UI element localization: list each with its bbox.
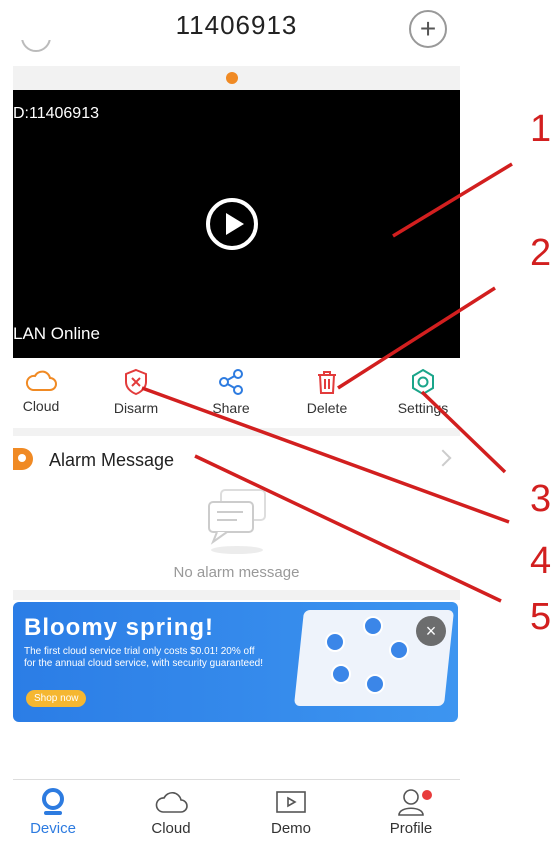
promo-banner[interactable]: Bloomy spring! The first cloud service t… [13,602,458,722]
connection-status: LAN Online [13,324,100,343]
cloud-orb-icon [389,640,409,660]
empty-chat-icon [208,489,266,554]
tab-device[interactable]: Device [13,788,93,837]
share-label: Share [212,400,250,416]
tab-profile-label: Profile [389,820,433,837]
add-device-button[interactable]: + [409,10,447,48]
annotation-number-4: 4 [530,540,552,582]
device-action-bar: Cloud Disarm Share Delete Settings [13,358,460,428]
cloud-orb-icon [325,632,345,652]
device-title: 11406913 [175,10,298,40]
alarm-message-row[interactable]: Alarm Message [49,450,174,471]
device-icon [42,788,64,815]
notification-badge [422,790,432,800]
cloud-icon [25,370,57,391]
cloud-action-button[interactable]: Cloud [6,368,76,414]
delete-label: Delete [306,400,348,416]
annotation-number-1: 1 [530,108,552,150]
delete-button[interactable]: Delete [292,368,362,416]
alarm-bell-icon [13,448,33,470]
top-header: 11406913 + [13,0,460,66]
annotation-number-5: 5 [530,596,552,638]
tab-profile[interactable]: Profile [371,788,451,837]
settings-button[interactable]: Settings [388,368,458,416]
banner-headline: Bloomy spring! [24,614,215,641]
disarm-button[interactable]: Disarm [101,368,171,416]
page-dot [226,72,238,84]
cloud-orb-icon [331,664,351,684]
close-banner-button[interactable]: × [416,616,446,646]
cloud-icon [155,792,188,813]
cloud-orb-icon [365,674,385,694]
camera-id-label: D:11406913 [13,105,99,122]
chevron-right-icon[interactable] [434,449,452,467]
shield-x-icon [125,368,147,396]
tab-cloud[interactable]: Cloud [131,788,211,837]
annotation-number-3: 3 [530,478,552,520]
gear-icon [412,368,434,396]
shop-now-button[interactable]: Shop now [26,690,87,707]
tab-device-label: Device [30,820,76,837]
cloud-action-label: Cloud [22,398,60,414]
tab-demo[interactable]: Demo [251,788,331,837]
phone-screen: 11406913 + D:11406913 LAN Online Cloud D… [13,0,460,842]
page-indicator [13,66,460,90]
share-icon [219,369,243,395]
video-preview[interactable]: D:11406913 LAN Online [13,90,460,358]
cloud-orb-icon [363,616,383,636]
disarm-label: Disarm [113,400,159,416]
play-box-icon [276,791,306,813]
share-button[interactable]: Share [196,368,266,416]
alarm-message-section: Alarm Message No alarm message [13,436,460,590]
settings-label: Settings [397,400,449,416]
divider [13,428,460,436]
annotation-number-2: 2 [530,232,552,274]
no-alarm-text: No alarm message [173,564,300,581]
tab-cloud-label: Cloud [151,820,191,837]
divider [13,590,460,600]
play-icon[interactable] [206,198,258,250]
banner-subtext: The first cloud service trial only costs… [24,646,264,669]
tab-demo-label: Demo [270,820,311,837]
bottom-tab-bar: Device Cloud Demo Profile [13,779,460,842]
trash-icon [318,371,336,394]
plus-icon: + [419,13,437,44]
